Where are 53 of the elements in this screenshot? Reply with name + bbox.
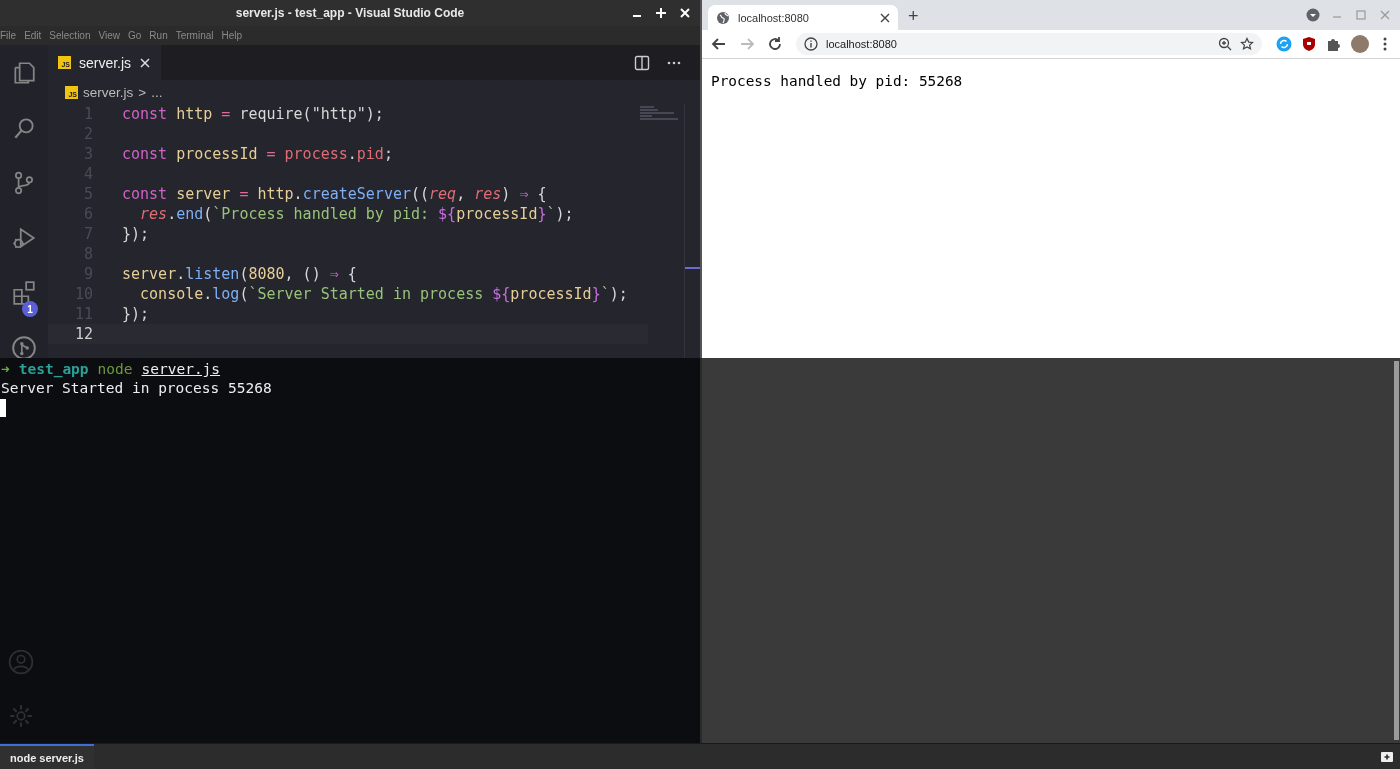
breadcrumb-item[interactable]: ... <box>151 84 163 100</box>
directory-name: test_app <box>18 360 89 379</box>
menu-item[interactable]: Edit <box>24 30 42 41</box>
close-icon[interactable] <box>880 12 890 23</box>
menu-item[interactable]: File <box>0 30 17 41</box>
menu-item[interactable]: Run <box>149 30 168 41</box>
address-bar[interactable]: localhost:8080 <box>796 33 1262 55</box>
count-badge: 1 <box>22 301 38 317</box>
menu-item[interactable]: Selection <box>49 30 91 41</box>
zoom-icon[interactable] <box>1218 37 1232 51</box>
new-terminal-icon[interactable] <box>1380 749 1394 764</box>
window-title: server.js - test_app - Visual Studio Code <box>235 6 465 20</box>
code-line: console.log(`Server Started in process ${processId}`); <box>139 284 628 304</box>
shield-icon[interactable] <box>1301 36 1317 52</box>
line-number: 12 <box>73 324 93 344</box>
code-line: const processId = process.pid; <box>122 144 393 164</box>
code-line: const http = require("http"); <box>122 104 384 124</box>
minimap-drawing <box>640 106 680 122</box>
breadcrumb-separator: > <box>138 84 147 100</box>
sync-icon[interactable] <box>1276 36 1292 52</box>
command-text: node <box>97 360 133 379</box>
reload-icon[interactable] <box>766 35 784 53</box>
menu-item[interactable]: View <box>98 30 120 41</box>
prompt-arrow: ➜ <box>1 360 10 379</box>
files-icon[interactable] <box>11 59 37 86</box>
terminal-tab[interactable]: node server.js <box>0 744 94 769</box>
new-tab-button[interactable]: + <box>908 4 919 28</box>
page-text: Process handled by pid: 55268 <box>711 73 963 89</box>
breadcrumb-item[interactable]: server.js <box>83 84 134 100</box>
close-icon[interactable] <box>139 56 152 69</box>
avatar-icon[interactable] <box>1351 35 1369 53</box>
scrollbar[interactable] <box>1394 361 1399 740</box>
blocks-icon[interactable] <box>11 279 37 306</box>
menu-item[interactable]: Help <box>221 30 243 41</box>
puzzle-icon[interactable] <box>1326 36 1342 52</box>
menu-item[interactable]: Terminal <box>175 30 214 41</box>
star-icon[interactable] <box>1240 37 1254 51</box>
argument-text: server.js <box>141 360 221 379</box>
code-line: server.listen(8080, () ⇒ { <box>122 264 357 284</box>
maximize-icon[interactable] <box>654 6 668 20</box>
code-line: }); <box>122 224 150 244</box>
scroll-marker <box>685 267 700 269</box>
code-line: const server = http.createServer((req, res) ⇒ { <box>122 184 547 204</box>
browser-tab[interactable]: localhost:8080 <box>708 5 898 30</box>
globe-icon <box>716 10 730 25</box>
output-line: Server Started in process 55268 <box>1 379 272 398</box>
close-icon[interactable] <box>678 6 692 20</box>
split-editor-icon[interactable] <box>634 54 650 71</box>
code-line: res.end(`Process handled by pid: ${processId}`); <box>139 204 574 224</box>
menu-item[interactable]: Go <box>128 30 142 41</box>
dropdown-icon[interactable] <box>1306 8 1320 22</box>
code-line: }); <box>122 304 150 324</box>
info-icon[interactable] <box>804 37 818 51</box>
